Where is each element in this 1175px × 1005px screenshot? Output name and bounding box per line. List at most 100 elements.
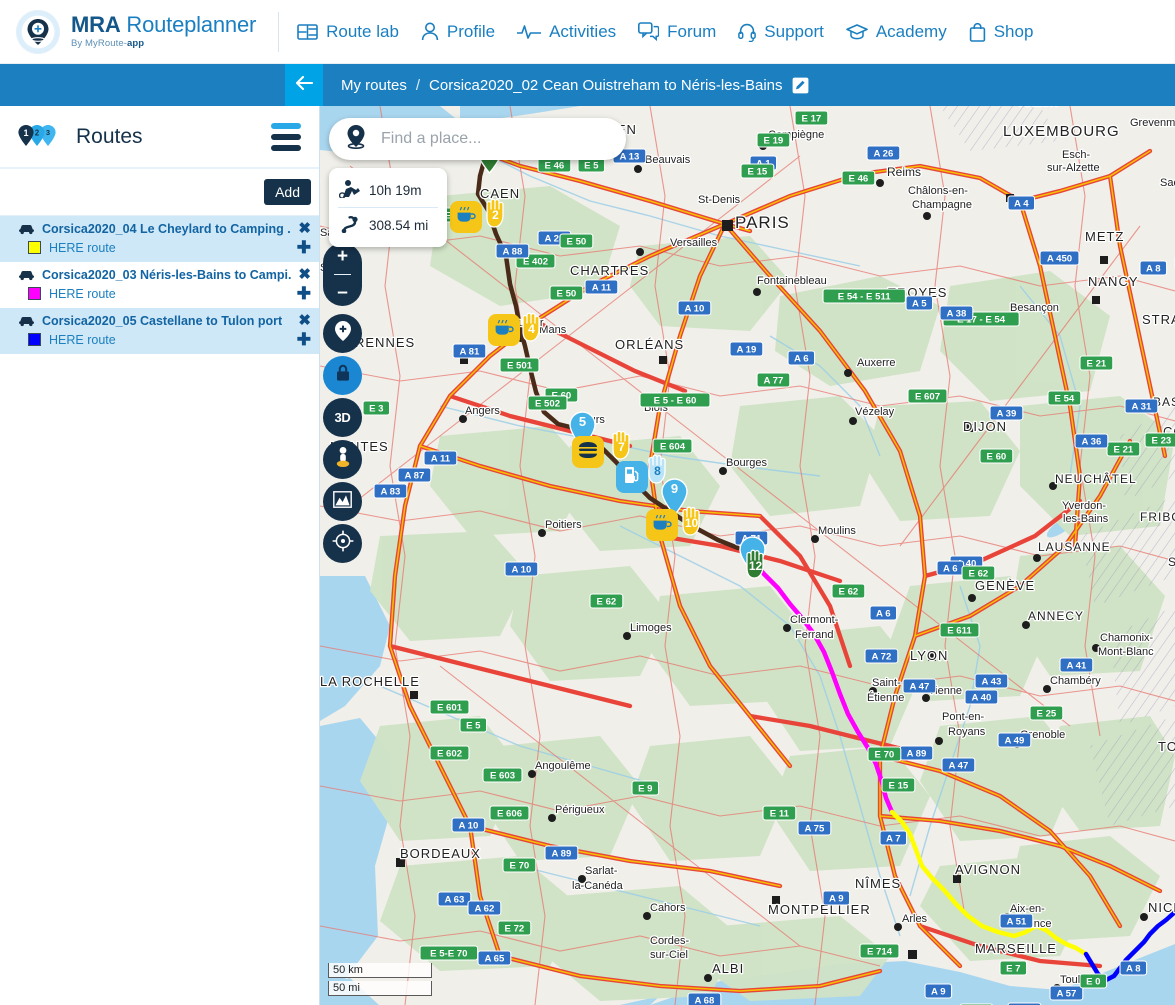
search-place-box[interactable]: Find a place... bbox=[329, 118, 626, 160]
svg-text:E 19: E 19 bbox=[764, 136, 784, 147]
plus-icon[interactable]: ✚ bbox=[297, 331, 311, 348]
svg-text:E 23: E 23 bbox=[1152, 436, 1172, 447]
zoom-in-button[interactable]: + bbox=[337, 247, 348, 266]
back-button[interactable] bbox=[285, 64, 323, 106]
nav-item-support[interactable]: Support bbox=[738, 22, 824, 42]
route-source-label[interactable]: HERE route bbox=[49, 287, 289, 301]
map-city-label: S bbox=[1168, 555, 1175, 569]
route-color-swatch bbox=[28, 333, 41, 346]
map-city-label: Vézelay bbox=[855, 406, 895, 418]
svg-text:E 62: E 62 bbox=[969, 569, 989, 580]
zoom-divider bbox=[334, 274, 351, 275]
zoom-out-button[interactable]: – bbox=[337, 283, 348, 302]
map-city-label: CHARTRES bbox=[570, 263, 649, 278]
svg-text:E 50: E 50 bbox=[567, 237, 587, 248]
breadcrumb-root[interactable]: My routes bbox=[341, 77, 407, 94]
waypoint-marker-coffee-b[interactable] bbox=[488, 314, 520, 346]
euroroute-shield: E 15 bbox=[741, 164, 774, 178]
euroroute-shield: E 714 bbox=[860, 944, 899, 958]
nav-item-route-lab[interactable]: Route lab bbox=[297, 22, 399, 42]
svg-text:A 9: A 9 bbox=[931, 987, 946, 998]
svg-text:A 38: A 38 bbox=[946, 309, 967, 320]
waypoint-marker-7[interactable]: 7 bbox=[608, 430, 635, 461]
motorway-shield: A 83 bbox=[374, 484, 407, 498]
burger-icon bbox=[577, 441, 599, 464]
svg-text:A 26: A 26 bbox=[873, 149, 893, 160]
map-canvas[interactable]: LUXEMBOURGGrevenmaEsch-sur-AlzetteMETZNA… bbox=[320, 106, 1175, 1005]
euroroute-shield: E 5-E 70 bbox=[420, 946, 478, 960]
lock-map-button[interactable] bbox=[323, 356, 362, 395]
nav-item-activities[interactable]: Activities bbox=[517, 22, 616, 42]
motorway-shield: A 39 bbox=[990, 406, 1023, 420]
pegman-icon bbox=[334, 446, 352, 473]
three-d-button[interactable]: 3D bbox=[323, 398, 362, 437]
route-source-label[interactable]: HERE route bbox=[49, 333, 289, 347]
nav-label: Profile bbox=[447, 22, 495, 42]
close-icon[interactable]: ✖ bbox=[298, 221, 311, 236]
route-name[interactable]: Corsica2020_03 Néris-les-Bains to Campi.… bbox=[42, 268, 291, 282]
svg-text:E 54: E 54 bbox=[1055, 394, 1075, 405]
plus-icon[interactable]: ✚ bbox=[297, 285, 311, 302]
route-name[interactable]: Corsica2020_05 Castellane to Tulon port bbox=[42, 314, 291, 328]
street-view-button[interactable] bbox=[323, 440, 362, 479]
nav-item-shop[interactable]: Shop bbox=[969, 22, 1034, 42]
nav-item-academy[interactable]: Academy bbox=[846, 22, 947, 42]
zoom-control[interactable]: + – bbox=[323, 243, 362, 306]
euroroute-shield: E 70 bbox=[503, 858, 536, 872]
map-city-label: Étienne bbox=[867, 691, 904, 704]
svg-text:A 63: A 63 bbox=[444, 895, 464, 906]
map-city-label: AVIGNON bbox=[955, 862, 1021, 877]
add-route-button[interactable]: Add bbox=[264, 179, 311, 205]
euroroute-shield: E 62 bbox=[590, 594, 623, 608]
euroroute-shield: E 21 bbox=[1107, 442, 1140, 456]
route-list-item[interactable]: Corsica2020_05 Castellane to Tulon port … bbox=[0, 308, 319, 354]
route-source-label[interactable]: HERE route bbox=[49, 241, 289, 255]
brand-tagline-strong: app bbox=[127, 38, 144, 49]
svg-text:A 65: A 65 bbox=[484, 954, 505, 965]
add-waypoint-button[interactable] bbox=[323, 314, 362, 353]
search-input[interactable]: Find a place... bbox=[381, 130, 482, 148]
coffee-cup-icon bbox=[651, 513, 673, 538]
card-divider bbox=[338, 207, 438, 208]
svg-text:E 15: E 15 bbox=[748, 167, 768, 178]
elevation-profile-button[interactable] bbox=[323, 482, 362, 521]
waypoint-marker-12[interactable]: 12 bbox=[742, 549, 769, 580]
svg-text:E 604: E 604 bbox=[660, 442, 686, 453]
map-pin-logo-icon bbox=[16, 10, 60, 54]
motorway-shield: A 8 bbox=[1120, 961, 1147, 975]
waypoint-marker-4[interactable]: 4 bbox=[518, 312, 545, 343]
waypoint-marker-10[interactable]: 10 bbox=[678, 506, 705, 537]
euroroute-shield: E 19 bbox=[757, 133, 790, 147]
motorway-shield: A 8 bbox=[1140, 261, 1167, 275]
hand-stop-icon: 2 bbox=[482, 198, 509, 229]
close-icon[interactable]: ✖ bbox=[298, 267, 311, 282]
route-list-item[interactable]: Corsica2020_03 Néris-les-Bains to Campi.… bbox=[0, 262, 319, 308]
locate-me-button[interactable] bbox=[323, 524, 362, 563]
map-city-label: Moulins bbox=[818, 525, 856, 537]
top-navigation-bar: MRA Routeplanner By MyRoute-app Route la… bbox=[0, 0, 1175, 64]
hamburger-menu-icon[interactable] bbox=[271, 123, 301, 151]
route-list-item[interactable]: Corsica2020_04 Le Cheylard to Camping ..… bbox=[0, 216, 319, 262]
waypoint-number: 2 bbox=[482, 208, 509, 222]
waypoint-marker-coffee-a[interactable] bbox=[450, 201, 482, 233]
svg-text:E 60: E 60 bbox=[987, 452, 1007, 463]
plus-icon[interactable]: ✚ bbox=[297, 239, 311, 256]
motorway-shield: A 11 bbox=[424, 451, 457, 465]
brand-logo[interactable]: MRA Routeplanner By MyRoute-app bbox=[0, 10, 256, 54]
map-city-label: FRIBO bbox=[1140, 510, 1175, 524]
waypoint-marker-2[interactable]: 2 bbox=[482, 198, 509, 229]
close-icon[interactable]: ✖ bbox=[298, 313, 311, 328]
euroroute-shield: E 72 bbox=[498, 921, 531, 935]
pencil-edit-icon[interactable] bbox=[792, 77, 809, 94]
waypoint-marker-coffee-c[interactable] bbox=[646, 509, 678, 541]
svg-text:E 501: E 501 bbox=[507, 361, 533, 372]
svg-text:3: 3 bbox=[46, 128, 50, 137]
euroroute-shield: E 23 bbox=[1145, 433, 1175, 447]
nav-item-forum[interactable]: Forum bbox=[638, 22, 716, 42]
nav-item-profile[interactable]: Profile bbox=[421, 22, 495, 42]
route-name[interactable]: Corsica2020_04 Le Cheylard to Camping ..… bbox=[42, 222, 291, 236]
lock-icon bbox=[334, 363, 352, 388]
waypoint-marker-restaurant[interactable] bbox=[572, 436, 604, 468]
motorway-shield: A 68 bbox=[688, 993, 721, 1005]
motorway-shield: A 9 bbox=[925, 984, 952, 998]
